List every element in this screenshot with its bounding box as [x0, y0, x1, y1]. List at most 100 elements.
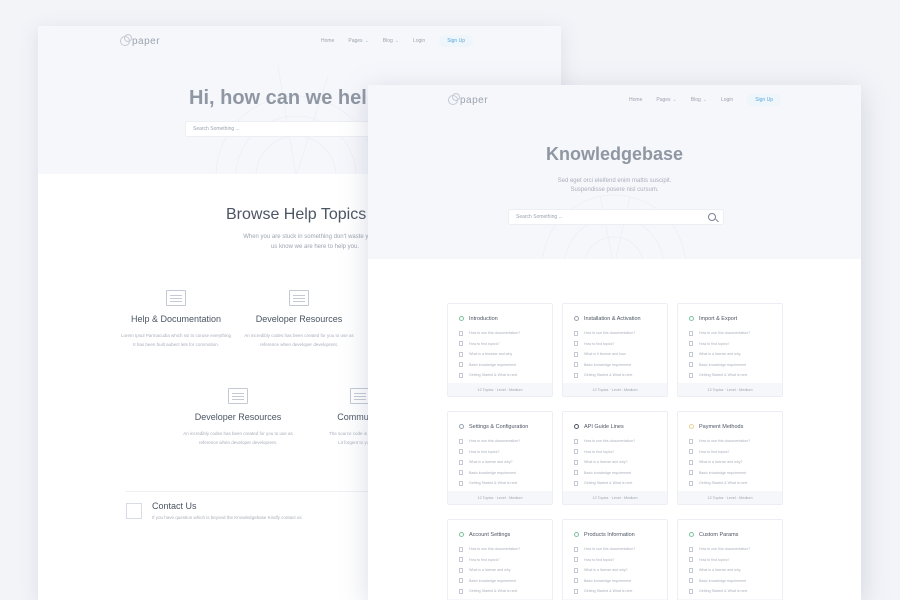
card-title[interactable]: Settings & Configuration	[469, 424, 528, 430]
card-item[interactable]: What is it license and how	[574, 349, 667, 360]
document-icon	[574, 372, 578, 378]
nav-home[interactable]: Home	[629, 97, 642, 103]
card-item[interactable]: Getting Started & What is next	[459, 370, 552, 381]
logo[interactable]: paper	[448, 93, 488, 106]
feature-help-documentation[interactable]: Help & Documentation Lorem Ipsul Parmacu…	[116, 290, 236, 349]
card-item[interactable]: Basic knowledge requirement	[689, 468, 782, 479]
card-item[interactable]: How to use this documentation?	[459, 544, 552, 555]
card-item-label: What is a license and why	[699, 352, 741, 357]
card-item[interactable]: Getting Started & What is next	[689, 370, 782, 381]
card-title[interactable]: Import & Export	[699, 316, 737, 322]
topic-card[interactable]: Import & Export How to use this documenta…	[677, 303, 783, 397]
feature-developer-resources-2[interactable]: Developer Resources An incredibly codes …	[178, 388, 298, 447]
search-icon[interactable]	[708, 213, 716, 221]
card-title[interactable]: Custom Params	[699, 532, 738, 538]
card-item[interactable]: How to use this documentation?	[459, 328, 552, 339]
card-item[interactable]: Basic knowledge requirement	[574, 360, 667, 371]
card-item[interactable]: How to use this documentation?	[459, 436, 552, 447]
logo-text: paper	[132, 35, 161, 47]
card-item[interactable]: Getting Started & What is next	[459, 478, 552, 489]
card-item-label: Basic knowledge requirement	[584, 470, 632, 475]
nav-login[interactable]: Login	[721, 97, 733, 103]
card-item-label: What is a license and why?	[584, 460, 628, 465]
card-item[interactable]: How to use this documentation?	[689, 544, 782, 555]
card-item[interactable]: Basic knowledge requirement	[574, 468, 667, 479]
logo[interactable]: paper	[120, 34, 161, 47]
card-item[interactable]: How to use this documentation?	[689, 328, 782, 339]
card-item[interactable]: Basic knowledge requirement	[459, 360, 552, 371]
card-item[interactable]: How to find topics?	[459, 447, 552, 458]
nav-login[interactable]: Login	[413, 38, 425, 44]
document-icon	[574, 567, 578, 573]
card-item[interactable]: How to use this documentation?	[689, 436, 782, 447]
topic-card[interactable]: Settings & Configuration How to use this …	[447, 411, 553, 505]
card-item[interactable]: Basic knowledge requirement	[574, 576, 667, 587]
card-item[interactable]: What is a license and why	[689, 349, 782, 360]
document-icon	[166, 290, 186, 306]
nav-blog[interactable]: Blog ⌄	[383, 38, 399, 44]
card-item[interactable]: Getting Started & What is next	[574, 478, 667, 489]
card-item[interactable]: What is a license and why?	[574, 457, 667, 468]
card-item-list: How to use this documentation? How to fin…	[563, 540, 667, 597]
signup-button[interactable]: Sign Up	[439, 35, 473, 47]
topic-card[interactable]: Custom Params How to use this documentati…	[677, 519, 783, 600]
card-item[interactable]: How to use this documentation?	[574, 328, 667, 339]
nav-pages[interactable]: Pages ⌄	[348, 38, 368, 44]
document-icon	[574, 362, 578, 368]
card-item[interactable]: Getting Started & What is next	[689, 478, 782, 489]
nav-pages[interactable]: Pages ⌄	[656, 97, 676, 103]
card-item[interactable]: Basic knowledge requirement	[689, 576, 782, 587]
topic-card[interactable]: Products Information How to use this docu…	[562, 519, 668, 600]
card-item[interactable]: Basic knowledge requirement	[459, 468, 552, 479]
card-item[interactable]: What is a license and why?	[574, 565, 667, 576]
card-title[interactable]: Installation & Activation	[584, 316, 641, 322]
card-title[interactable]: API Guide Lines	[584, 424, 624, 430]
feature-desc-line: An incredibly codes has been created for…	[244, 333, 354, 338]
card-title[interactable]: Payment Methods	[699, 424, 743, 430]
card-item[interactable]: How to use this documentation?	[574, 544, 667, 555]
card-item[interactable]: How to find topics?	[689, 447, 782, 458]
card-item[interactable]: How to find topics?	[459, 555, 552, 566]
signup-button[interactable]: Sign Up	[747, 94, 781, 106]
card-item[interactable]: What is a license and why?	[459, 457, 552, 468]
topic-card[interactable]: Installation & Activation How to use this…	[562, 303, 668, 397]
card-item-list: How to use this documentation? How to fin…	[678, 324, 782, 381]
card-item[interactable]: Getting Started & What is next	[689, 586, 782, 597]
card-item[interactable]: What is a license and why?	[689, 457, 782, 468]
document-icon	[459, 567, 463, 573]
card-item[interactable]: How to find topics?	[574, 447, 667, 458]
topic-card[interactable]: Account Settings How to use this document…	[447, 519, 553, 600]
document-icon	[689, 588, 693, 594]
search-input[interactable]: Search Something ...	[508, 209, 724, 225]
card-item[interactable]: How to find topics?	[459, 339, 552, 350]
card-item-list: How to use this documentation? How to fin…	[563, 432, 667, 489]
card-item[interactable]: What is a license and why	[689, 565, 782, 576]
topic-card[interactable]: API Guide Lines How to use this documenta…	[562, 411, 668, 505]
card-item-label: How to find topics?	[699, 341, 730, 346]
card-item[interactable]: How to find topics?	[574, 555, 667, 566]
card-item[interactable]: How to use this documentation?	[574, 436, 667, 447]
card-title[interactable]: Account Settings	[469, 532, 510, 538]
topic-card[interactable]: Introduction How to use this documentatio…	[447, 303, 553, 397]
card-item[interactable]: Getting Started & What is next	[574, 370, 667, 381]
card-item[interactable]: How to find topics?	[689, 555, 782, 566]
nav-pages-label: Pages	[656, 97, 671, 103]
nav-home[interactable]: Home	[321, 38, 334, 44]
card-title[interactable]: Introduction	[469, 316, 498, 322]
card-item[interactable]: How to find topics?	[574, 339, 667, 350]
topic-icon	[689, 316, 694, 321]
feature-developer-resources[interactable]: Developer Resources An incredibly codes …	[239, 290, 359, 349]
card-item[interactable]: Basic knowledge requirement	[459, 576, 552, 587]
topic-icon	[689, 424, 694, 429]
card-title[interactable]: Products Information	[584, 532, 635, 538]
card-item[interactable]: What is a license and why	[459, 565, 552, 576]
card-item[interactable]: What is a browser and why	[459, 349, 552, 360]
nav-blog[interactable]: Blog ⌄	[691, 97, 707, 103]
nav-pages-label: Pages	[348, 38, 363, 44]
card-item[interactable]: How to find topics?	[689, 339, 782, 350]
card-item[interactable]: Getting Started & What is next	[459, 586, 552, 597]
topic-card[interactable]: Payment Methods How to use this documenta…	[677, 411, 783, 505]
document-icon	[459, 459, 463, 465]
card-item[interactable]: Basic knowledge requirement	[689, 360, 782, 371]
card-item[interactable]: Getting Started & What is next	[574, 586, 667, 597]
